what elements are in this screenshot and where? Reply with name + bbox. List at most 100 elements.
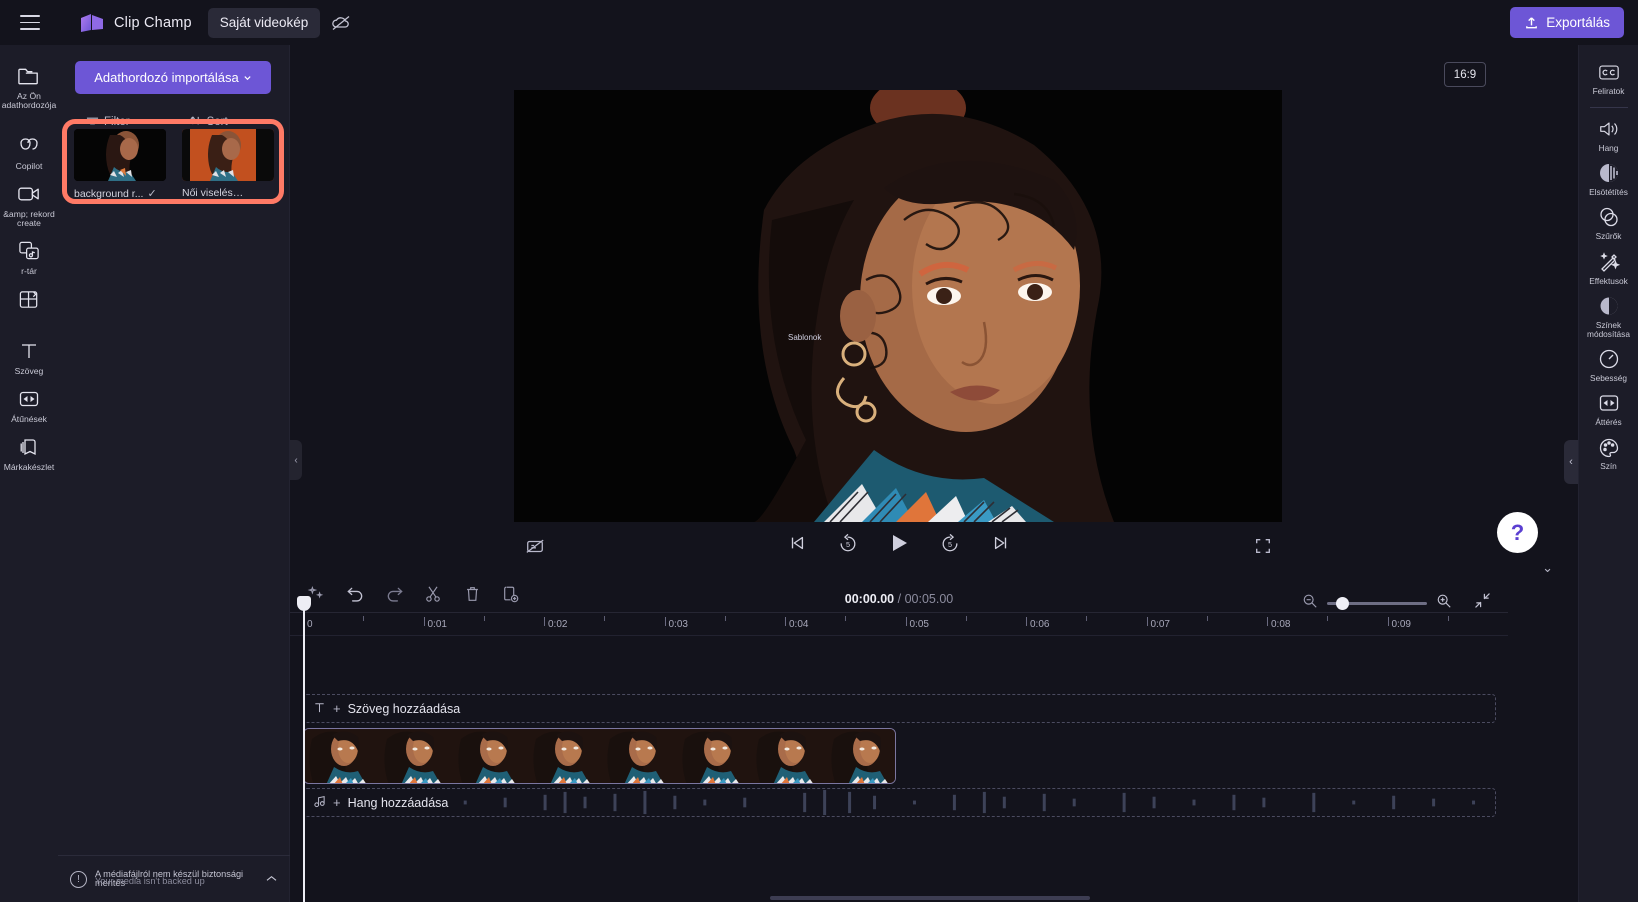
skip-to-end-icon[interactable] — [988, 530, 1014, 556]
clip-frame — [751, 729, 826, 783]
forward-5-icon[interactable]: 5 — [937, 530, 963, 556]
clip-frame — [527, 729, 602, 783]
sidebar-item-copilot[interactable]: Copilot — [0, 127, 58, 175]
filter-button[interactable]: Filter — [86, 116, 143, 129]
media-panel: Adathordozó importálása Filter Sort back… — [58, 45, 290, 902]
templates-icon — [16, 287, 42, 313]
current-time: 00:00.00 — [844, 592, 895, 606]
transitions-icon — [16, 386, 42, 412]
top-bar: Clip Champ Saját videokép Exportálás — [0, 0, 1638, 45]
sidebar-item-your-media[interactable]: Az Ön adathordozója — [0, 57, 58, 115]
duplicate-icon[interactable] — [499, 582, 523, 606]
property-item-transition[interactable]: Áttérés — [1579, 386, 1638, 430]
property-item-fade[interactable]: Elsötétítés — [1579, 156, 1638, 200]
property-item-color[interactable]: Szín — [1579, 430, 1638, 474]
property-item-captions[interactable]: Feliratok — [1579, 55, 1638, 99]
clipchamp-logo-icon — [79, 12, 105, 34]
left-rail: Az Ön adathordozója Copilot &amp; rekord… — [0, 45, 58, 902]
zoom-in-icon[interactable] — [1436, 593, 1452, 614]
sidebar-item-text[interactable]: Szöveg — [0, 332, 58, 380]
media-item[interactable]: Női viselés… — [182, 129, 274, 200]
media-item-name: background r... — [74, 187, 144, 200]
sidebar-item-record-create[interactable]: &amp; rekord create — [0, 175, 58, 233]
property-item-filters[interactable]: Szűrők — [1579, 200, 1638, 244]
captions-off-icon[interactable] — [522, 533, 548, 559]
skip-to-start-icon[interactable] — [784, 530, 810, 556]
clipchamp-app: Clip Champ Saját videokép Exportálás Az … — [0, 0, 1638, 902]
clip-frame — [676, 729, 751, 783]
export-button[interactable]: Exportálás — [1510, 7, 1624, 38]
timeline-ruler[interactable]: 0 0:01 0:02 0:03 0:04 0:05 0:06 0:07 0:08 0:09 — [290, 612, 1508, 636]
project-name-field[interactable]: Saját videokép — [207, 7, 321, 38]
property-item-adjust-colors[interactable]: Színek módosítása — [1579, 289, 1638, 342]
filter-lines-icon — [86, 116, 99, 129]
backup-notice-subtext: Your media isn't backed up — [95, 875, 205, 886]
media-thumbnail[interactable] — [182, 129, 274, 181]
chevron-down-icon — [243, 70, 252, 85]
chevron-up-icon[interactable] — [265, 870, 278, 888]
sort-arrows-icon — [189, 115, 202, 129]
media-thumbnail[interactable] — [74, 129, 166, 181]
zoom-slider-knob[interactable] — [1336, 596, 1349, 610]
delete-trash-icon[interactable] — [460, 582, 484, 606]
playhead[interactable] — [297, 596, 311, 902]
sort-button[interactable]: Sort — [189, 115, 241, 129]
media-item-name: Női viselés… — [182, 187, 244, 199]
add-text-row[interactable]: + Szöveg hozzáadása — [304, 695, 1495, 722]
redo-icon[interactable] — [382, 582, 406, 606]
folder-icon — [16, 63, 42, 89]
help-button[interactable]: ? — [1497, 512, 1538, 553]
timeline-toolbar: 00:00.00 / 00:05.00 — [290, 576, 1508, 612]
cloud-off-icon[interactable] — [329, 11, 353, 35]
sidebar-item-record-create-label: &amp; rekord create — [3, 208, 55, 229]
backup-status-bar[interactable]: ! A médiafájlról nem készül biztonsági m… — [58, 855, 290, 902]
fullscreen-icon[interactable] — [1250, 533, 1276, 559]
text-track-row[interactable]: + Szöveg hozzáadása — [303, 694, 1496, 723]
video-clip[interactable] — [303, 728, 896, 784]
split-scissors-icon[interactable] — [421, 582, 445, 606]
preview-stage: 16:9 Sablonok — [290, 45, 1508, 567]
zoom-out-icon[interactable] — [1302, 593, 1318, 614]
property-item-speed-label: Sebesség — [1590, 372, 1627, 383]
property-item-effects[interactable]: Effektusok — [1579, 245, 1638, 289]
property-item-transition-label: Áttérés — [1595, 417, 1622, 427]
right-rail: Feliratok Hang Elsötétítés Szűrők Effekt… — [1578, 45, 1638, 902]
rewind-5-icon[interactable]: 5 — [835, 530, 861, 556]
zoom-slider[interactable] — [1327, 596, 1427, 610]
collapse-left-panel-button[interactable]: ‹ — [290, 440, 302, 480]
clip-frame — [378, 729, 453, 783]
timeline-horizontal-scrollbar[interactable] — [770, 896, 1090, 900]
property-item-filters-label: Szűrők — [1595, 231, 1622, 242]
sort-label: Sort — [206, 116, 228, 128]
transition-icon — [1597, 391, 1621, 415]
sidebar-item-transitions[interactable]: Átűnések — [0, 380, 58, 428]
clip-frame — [825, 729, 895, 783]
audio-track-row[interactable]: + Hang hozzáadása — [303, 788, 1496, 817]
import-media-label: Adathordozó importálása — [94, 70, 239, 85]
chevron-down-icon[interactable]: ⌄ — [1542, 560, 1553, 576]
play-button[interactable] — [886, 530, 912, 556]
media-item[interactable]: background r... ✓ — [74, 129, 166, 200]
timecode-display: 00:00.00 / 00:05.00 — [845, 592, 953, 606]
playhead-handle[interactable] — [297, 596, 311, 611]
sidebar-item-templates[interactable] — [0, 281, 58, 320]
media-grid: background r... ✓ Női viselés… — [74, 129, 284, 200]
clip-frame — [304, 729, 379, 783]
video-preview[interactable]: Sablonok — [514, 90, 1282, 522]
property-item-audio-label: Hang — [1598, 143, 1619, 154]
menu-hamburger-icon[interactable] — [14, 7, 46, 39]
property-item-fade-label: Elsötétítés — [1589, 187, 1628, 198]
aspect-ratio-button[interactable]: 16:9 — [1444, 62, 1486, 87]
sidebar-item-brandkit[interactable]: Márkakészlet — [0, 428, 58, 476]
undo-icon[interactable] — [343, 582, 367, 606]
property-item-speed[interactable]: Sebesség — [1579, 342, 1638, 386]
backup-notice: A médiafájlról nem készül biztonsági men… — [95, 869, 257, 888]
playback-controls: 5 5 — [290, 522, 1508, 568]
property-item-audio[interactable]: Hang — [1579, 112, 1638, 156]
audio-icon — [1597, 117, 1621, 141]
import-media-button[interactable]: Adathordozó importálása — [75, 61, 271, 94]
collapse-right-panel-button[interactable]: ‹ — [1564, 440, 1578, 484]
fit-to-screen-icon[interactable] — [1474, 592, 1491, 614]
total-time: 00:05.00 — [904, 592, 954, 606]
sidebar-item-content-library[interactable]: r-tár — [0, 232, 58, 280]
